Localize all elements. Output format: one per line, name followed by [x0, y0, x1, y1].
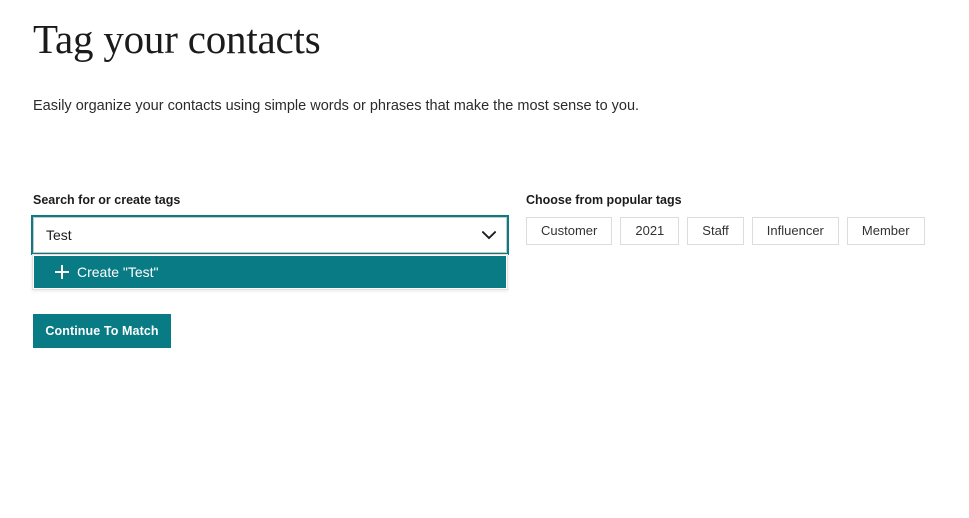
- tag-combobox: Create "Test": [31, 215, 509, 290]
- tag-contacts-page: Tag your contacts Easily organize your c…: [0, 0, 969, 518]
- chevron-down-icon[interactable]: [472, 218, 506, 252]
- popular-tags-label: Choose from popular tags: [526, 193, 682, 207]
- search-tags-section: Search for or create tags Create "Test": [31, 192, 509, 290]
- search-input[interactable]: [34, 218, 472, 252]
- plus-icon: [55, 265, 69, 279]
- popular-tag-chip[interactable]: Customer: [526, 217, 613, 245]
- tag-combobox-field[interactable]: [31, 215, 509, 255]
- popular-tag-chip[interactable]: Staff: [687, 217, 744, 245]
- create-tag-option[interactable]: Create "Test": [34, 256, 506, 288]
- search-input-label: Search for or create tags: [33, 193, 181, 207]
- create-tag-option-label: Create "Test": [77, 264, 159, 280]
- popular-tag-chip[interactable]: Member: [846, 217, 925, 245]
- popular-tags-list: Customer 2021 Staff Influencer Member: [526, 217, 946, 245]
- page-title: Tag your contacts: [33, 16, 321, 62]
- popular-tag-chip[interactable]: 2021: [620, 217, 680, 245]
- popular-tag-chip[interactable]: Influencer: [751, 217, 839, 245]
- popular-tags-section: Choose from popular tags Customer 2021 S…: [526, 192, 946, 245]
- page-subtitle: Easily organize your contacts using simp…: [33, 98, 640, 114]
- tag-suggestions-dropdown: Create "Test": [32, 254, 508, 290]
- continue-to-match-button[interactable]: Continue To Match: [33, 314, 171, 348]
